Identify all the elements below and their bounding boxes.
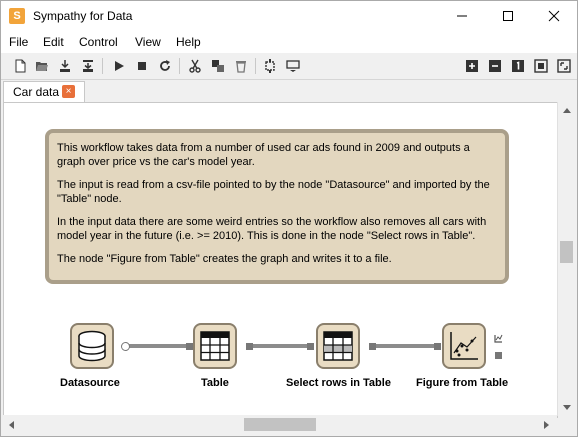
- stop-icon: [138, 62, 146, 70]
- menu-edit[interactable]: Edit: [43, 35, 64, 49]
- note-paragraph: The node "Figure from Table" creates the…: [57, 253, 392, 265]
- output-port[interactable]: [246, 343, 253, 350]
- node-label: Select rows in Table: [286, 377, 391, 389]
- maximize-button[interactable]: [485, 1, 531, 31]
- delete-button[interactable]: [232, 57, 250, 75]
- note-paragraph: In the input data there are some weird e…: [57, 216, 487, 242]
- menu-view[interactable]: View: [135, 35, 161, 49]
- input-port[interactable]: [434, 343, 441, 350]
- cut-icon: [189, 59, 201, 73]
- app-logo-icon: S: [9, 8, 25, 24]
- toolbar-separator: [255, 58, 256, 74]
- vertical-scroll-thumb[interactable]: [560, 241, 573, 263]
- output-port[interactable]: [369, 343, 376, 350]
- zoom-out-button[interactable]: [486, 57, 504, 75]
- app-window: S Sympathy for Data File Edit Control Vi…: [0, 0, 578, 437]
- scroll-left-icon[interactable]: [9, 421, 14, 429]
- node-datasource[interactable]: [70, 323, 114, 369]
- zoom-reset-button[interactable]: [509, 57, 527, 75]
- window-title: Sympathy for Data: [33, 9, 133, 23]
- save-as-button[interactable]: [79, 57, 97, 75]
- flow-canvas[interactable]: This workflow takes data from a number o…: [3, 102, 558, 418]
- cut-button[interactable]: [186, 57, 204, 75]
- text-note[interactable]: This workflow takes data from a number o…: [45, 129, 509, 284]
- toolbar-separator: [102, 58, 103, 74]
- note-paragraph: This workflow takes data from a number o…: [57, 142, 470, 168]
- input-port[interactable]: [307, 343, 314, 350]
- minimize-icon: [457, 15, 467, 17]
- insert-node-icon: [265, 59, 275, 73]
- maximize-icon: [503, 11, 513, 21]
- toolbar: [1, 53, 577, 80]
- tab-label: Car data: [13, 85, 60, 99]
- zoom-out-icon: [489, 60, 501, 72]
- copy-icon: [212, 60, 224, 72]
- zoom-selection-icon: [557, 59, 571, 73]
- tab-bar: Car data ×: [1, 80, 577, 102]
- node-label: Figure from Table: [416, 377, 509, 389]
- run-button[interactable]: [110, 57, 128, 75]
- menu-help[interactable]: Help: [176, 35, 201, 49]
- menu-file[interactable]: File: [9, 35, 28, 49]
- input-port[interactable]: [186, 343, 193, 350]
- minimize-button[interactable]: [439, 1, 485, 31]
- node-label: Table: [201, 377, 229, 389]
- scroll-down-icon[interactable]: [563, 405, 571, 410]
- open-flow-button[interactable]: [33, 57, 51, 75]
- database-icon: [78, 330, 106, 362]
- tab-close-icon[interactable]: ×: [62, 85, 75, 98]
- node-label: Datasource: [60, 377, 120, 389]
- zoom-fit-icon: [534, 59, 548, 73]
- connection-line[interactable]: [250, 344, 310, 348]
- node-table[interactable]: [193, 323, 237, 369]
- horizontal-scrollbar[interactable]: [3, 415, 557, 435]
- note-paragraph: The input is read from a csv-file pointe…: [57, 179, 490, 205]
- title-bar: S Sympathy for Data: [1, 1, 577, 31]
- reload-icon: [160, 60, 170, 71]
- save-icon: [60, 60, 70, 72]
- horizontal-scroll-thumb[interactable]: [244, 418, 316, 431]
- zoom-in-icon: [466, 60, 478, 72]
- menu-bar: File Edit Control View Help: [1, 31, 577, 53]
- connection-line[interactable]: [129, 344, 189, 348]
- scatter-plot-icon: [450, 332, 478, 360]
- zoom-fit-button[interactable]: [532, 57, 550, 75]
- table-icon: [200, 331, 230, 361]
- output-port[interactable]: [495, 352, 502, 359]
- zoom-selection-button[interactable]: [555, 57, 573, 75]
- copy-button[interactable]: [209, 57, 227, 75]
- reload-button[interactable]: [156, 57, 174, 75]
- node-select-rows[interactable]: [316, 323, 360, 369]
- run-icon: [115, 61, 124, 71]
- stop-button[interactable]: [133, 57, 151, 75]
- node-figure-from-table[interactable]: [442, 323, 486, 369]
- connection-line[interactable]: [372, 344, 434, 348]
- scroll-up-icon[interactable]: [563, 108, 571, 113]
- close-button[interactable]: [531, 1, 577, 31]
- output-port[interactable]: [121, 342, 130, 351]
- new-file-icon: [15, 59, 26, 73]
- save-as-icon: [83, 60, 93, 72]
- insert-node-button[interactable]: [261, 57, 279, 75]
- plot-output-icon[interactable]: [494, 334, 503, 343]
- subflow-button[interactable]: [284, 57, 302, 75]
- subflow-icon: [286, 60, 300, 72]
- close-icon: [548, 10, 560, 22]
- zoom-in-button[interactable]: [463, 57, 481, 75]
- scroll-right-icon[interactable]: [544, 421, 549, 429]
- new-flow-button[interactable]: [11, 57, 29, 75]
- save-flow-button[interactable]: [56, 57, 74, 75]
- zoom-reset-icon: [512, 60, 524, 72]
- toolbar-separator: [179, 58, 180, 74]
- delete-icon: [236, 61, 246, 73]
- tab-car-data[interactable]: Car data ×: [3, 81, 85, 102]
- select-rows-icon: [323, 331, 353, 361]
- open-folder-icon: [36, 62, 48, 71]
- menu-control[interactable]: Control: [79, 35, 118, 49]
- vertical-scrollbar[interactable]: [557, 102, 576, 416]
